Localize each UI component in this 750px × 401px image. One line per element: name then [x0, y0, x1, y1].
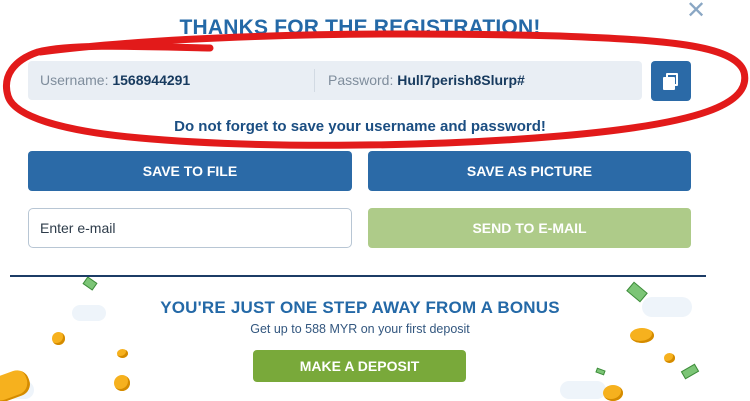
promo-title: YOU'RE JUST ONE STEP AWAY FROM A BONUS [160, 298, 560, 317]
copy-icon-front [663, 77, 675, 90]
promo-subtitle: Get up to 588 MYR on your first deposit [250, 322, 470, 336]
save-reminder: Do not forget to save your username and … [174, 118, 546, 135]
coin-icon [603, 385, 623, 401]
credentials-box: Username: 1568944291 Password: Hull7peri… [28, 61, 642, 100]
dialog-title: THANKS FOR THE REGISTRATION! [179, 16, 541, 39]
credentials-divider [314, 69, 315, 92]
cloud-decoration [560, 381, 606, 399]
save-as-picture-button[interactable]: SAVE AS PICTURE [368, 151, 691, 191]
password-label: Password: [328, 72, 394, 88]
money-bill-icon [680, 363, 700, 380]
save-to-file-button[interactable]: SAVE TO FILE [28, 151, 352, 191]
send-to-email-button[interactable]: SEND TO E-MAIL [368, 208, 691, 248]
coin-icon [117, 349, 128, 358]
email-input[interactable] [28, 208, 352, 248]
coin-icon [664, 353, 675, 363]
password-field: Password: Hull7perish8Slurp# [328, 61, 525, 100]
bonus-promo: YOU'RE JUST ONE STEP AWAY FROM A BONUS G… [0, 277, 750, 401]
money-bill-icon [595, 367, 606, 376]
money-bill-icon [82, 277, 98, 291]
copy-button[interactable] [651, 61, 691, 101]
make-deposit-button[interactable]: MAKE A DEPOSIT [253, 350, 466, 382]
username-value: 1568944291 [112, 72, 191, 88]
password-value: Hull7perish8Slurp# [397, 72, 525, 88]
coin-icon [114, 375, 130, 391]
close-icon[interactable]: ✕ [682, 0, 710, 26]
username-label: Username: [40, 72, 109, 88]
username-field: Username: 1568944291 [40, 61, 190, 100]
